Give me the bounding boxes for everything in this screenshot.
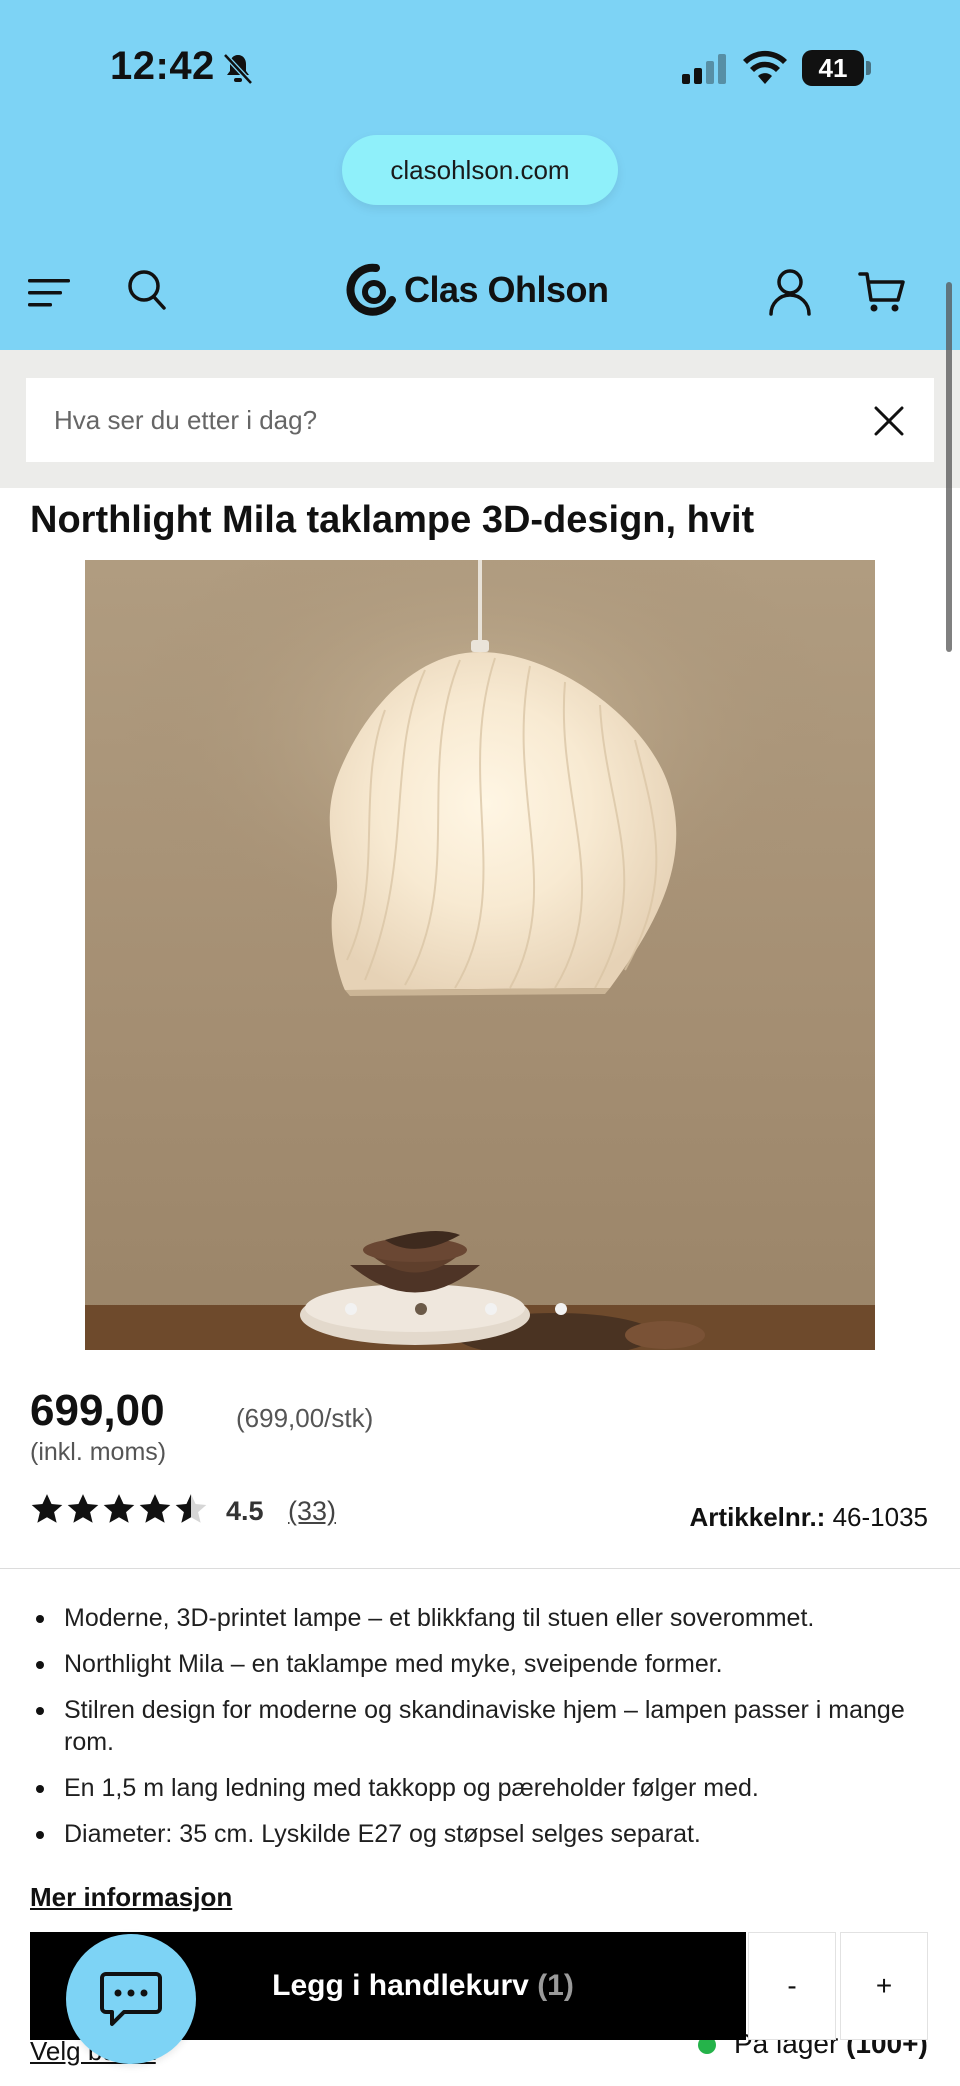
clas-ohlson-logo-icon: [346, 263, 396, 316]
star-half-icon: [175, 1494, 207, 1523]
bell-muted-icon: [223, 53, 253, 85]
chat-icon: [100, 1972, 162, 2026]
star-icon: [139, 1494, 171, 1523]
product-price: 699,00: [30, 1386, 165, 1435]
sku-label: Artikkelnr.:: [689, 1502, 826, 1532]
menu-icon[interactable]: [26, 275, 72, 311]
search-input[interactable]: [54, 396, 834, 444]
increase-quantity-button[interactable]: +: [840, 1932, 928, 2040]
star-rating[interactable]: [30, 1492, 210, 1528]
cart-qty: (1): [537, 1969, 574, 2002]
product-title: Northlight Mila taklampe 3D-design, hvit: [30, 499, 755, 541]
close-icon[interactable]: [872, 404, 906, 438]
carousel-dot[interactable]: [485, 1303, 497, 1315]
cart-icon[interactable]: [858, 270, 906, 314]
star-icon: [103, 1494, 135, 1523]
feature-item: En 1,5 m lang ledning med takkopp og pær…: [30, 1772, 930, 1804]
wifi-icon: [743, 50, 787, 84]
vat-note: (inkl. moms): [30, 1438, 167, 1466]
lamp-photo: [85, 560, 875, 1350]
feature-item: Northlight Mila – en taklampe med myke, …: [30, 1648, 930, 1680]
chat-button[interactable]: [66, 1934, 196, 2064]
product-image[interactable]: [85, 560, 875, 1350]
feature-item: Moderne, 3D-printet lampe – et blikkfang…: [30, 1602, 930, 1634]
divider: [0, 1568, 960, 1569]
status-time: 12:42: [110, 44, 215, 88]
review-count-link[interactable]: (33): [288, 1496, 336, 1527]
star-icon: [67, 1494, 99, 1523]
user-icon[interactable]: [768, 268, 812, 316]
url-bar[interactable]: clasohlson.com: [342, 135, 618, 205]
brand-logo[interactable]: Clas Ohlson: [346, 260, 616, 320]
sku-value: 46-1035: [832, 1502, 928, 1532]
sku: Artikkelnr.: 46-1035: [690, 1502, 928, 1533]
carousel-dot[interactable]: [555, 1303, 567, 1315]
decrease-quantity-button[interactable]: -: [748, 1932, 836, 2040]
battery-icon: 41: [802, 50, 872, 86]
more-info-link[interactable]: Mer informasjon: [30, 1882, 232, 1913]
feature-list: Moderne, 3D-printet lampe – et blikkfang…: [30, 1602, 930, 1864]
add-to-cart-label: Legg i handlekurv: [272, 1969, 529, 2002]
brand-name: Clas Ohlson: [404, 269, 609, 310]
feature-item: Diameter: 35 cm. Lyskilde E27 og støpsel…: [30, 1818, 930, 1850]
feature-item: Stilren design for moderne og skandinavi…: [30, 1694, 930, 1758]
status-bar: 12:42 41: [0, 0, 960, 130]
star-icon: [31, 1494, 63, 1523]
search-icon[interactable]: [126, 268, 168, 312]
scrollbar[interactable]: [946, 282, 952, 652]
unit-price: (699,00/stk): [236, 1403, 374, 1433]
rating-value: 4.5: [226, 1496, 264, 1526]
carousel-dot[interactable]: [345, 1303, 357, 1315]
battery-level: 41: [802, 50, 864, 86]
cellular-signal-icon: [682, 54, 726, 84]
carousel-dot[interactable]: [415, 1303, 427, 1315]
